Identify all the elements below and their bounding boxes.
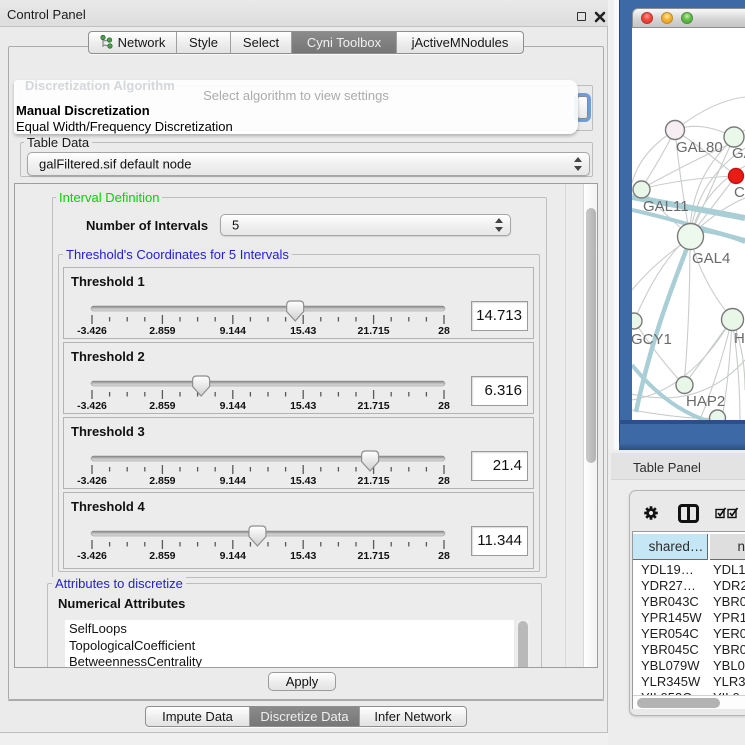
svg-text:GA: GA: [732, 145, 745, 162]
svg-text:HAP2: HAP2: [686, 393, 725, 410]
svg-text:H: H: [734, 330, 745, 347]
svg-text:GAL80: GAL80: [676, 139, 723, 156]
svg-text:GAL4: GAL4: [692, 250, 730, 267]
svg-text:C: C: [734, 184, 745, 201]
svg-text:GCY1: GCY1: [632, 331, 672, 348]
svg-text:GAL11: GAL11: [643, 198, 689, 215]
